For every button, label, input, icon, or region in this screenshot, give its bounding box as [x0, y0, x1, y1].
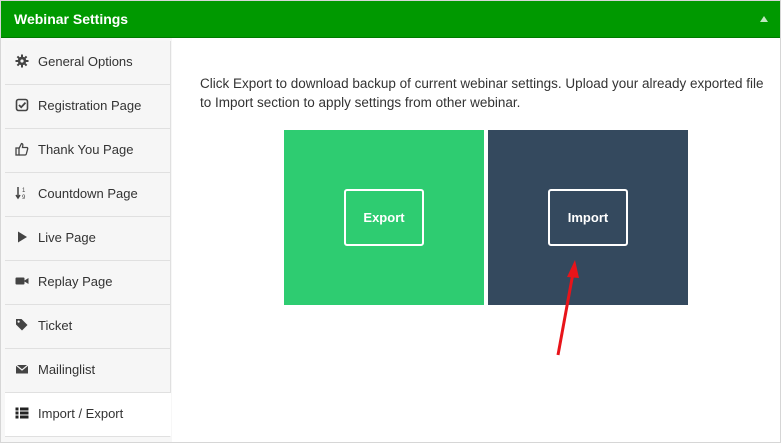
svg-text:1: 1 [22, 188, 26, 194]
sidebar-item-label: Mailinglist [38, 362, 96, 377]
sidebar-item-mailinglist[interactable]: Mailinglist [5, 349, 171, 393]
sidebar-item-ticket[interactable]: Ticket [5, 305, 171, 349]
gear-icon [15, 54, 29, 68]
sidebar-item-label: Replay Page [38, 274, 113, 289]
check-square-icon [15, 98, 29, 112]
sidebar-item-label: Import / Export [38, 406, 124, 421]
export-button[interactable]: Export [344, 189, 424, 246]
tags-icon [16, 319, 28, 331]
video-camera-icon [15, 277, 29, 285]
sidebar-item-label: Ticket [38, 318, 73, 333]
svg-text:9: 9 [22, 195, 26, 200]
thumbs-up-icon [15, 142, 29, 156]
list-icon [15, 407, 29, 419]
export-tile: Export [284, 130, 484, 305]
sidebar-item-general-options[interactable]: General Options [5, 41, 171, 85]
caret-up-icon[interactable] [760, 16, 768, 22]
webinar-settings-panel: Webinar Settings General Options Registr… [0, 0, 781, 443]
panel-header[interactable]: Webinar Settings [1, 1, 780, 38]
sidebar-item-label: Countdown Page [38, 186, 138, 201]
sidebar-item-label: General Options [38, 54, 133, 69]
import-button[interactable]: Import [548, 189, 628, 246]
sidebar-item-label: Thank You Page [38, 142, 134, 157]
description-text: Click Export to download backup of curre… [200, 76, 764, 110]
play-icon [18, 231, 27, 243]
sidebar-item-label: Registration Page [38, 98, 142, 113]
sort-icon: 1 9 [15, 187, 26, 200]
import-tile: Import [488, 130, 688, 305]
sidebar-item-replay-page[interactable]: Replay Page [5, 261, 171, 305]
sidebar-item-label: Live Page [38, 230, 96, 245]
sidebar-item-thank-you-page[interactable]: Thank You Page [5, 129, 171, 173]
panel-title: Webinar Settings [14, 11, 129, 27]
settings-sidebar: General Options Registration Page Thank … [5, 41, 171, 441]
import-export-content: Click Export to download backup of curre… [172, 38, 780, 442]
sidebar-item-live-page[interactable]: Live Page [5, 217, 171, 261]
sidebar-item-registration-page[interactable]: Registration Page [5, 85, 171, 129]
envelope-icon [15, 364, 29, 374]
sidebar-item-countdown-page[interactable]: 1 9 Countdown Page [5, 173, 171, 217]
sidebar-item-import-export[interactable]: Import / Export [5, 393, 171, 437]
